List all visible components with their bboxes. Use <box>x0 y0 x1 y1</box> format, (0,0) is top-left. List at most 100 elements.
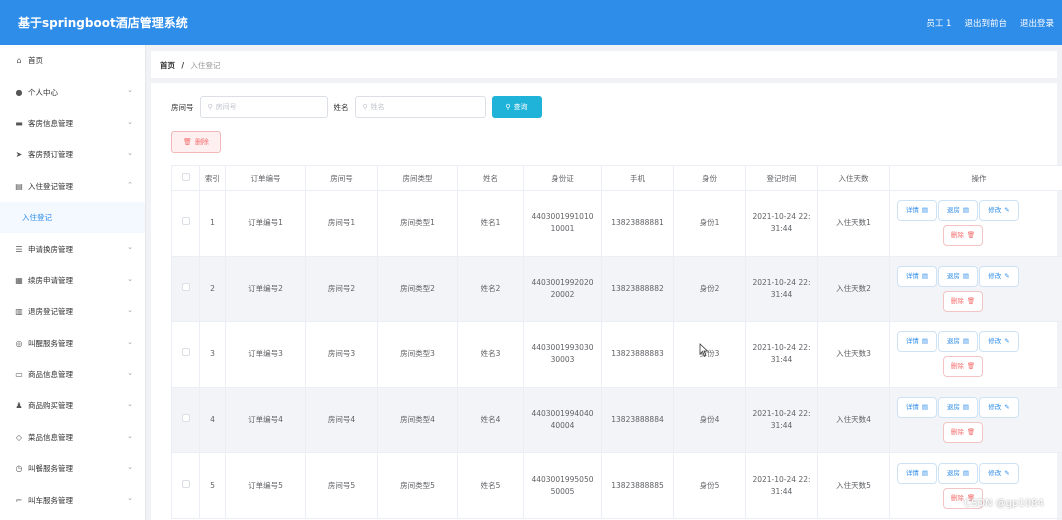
sidebar-item[interactable]: ◎ 叫醒服务管理 ⌄ <box>0 328 145 359</box>
index-cell-text: 4 <box>210 415 215 425</box>
phone-cell: 13823888883 <box>601 321 674 388</box>
edit-button[interactable]: 修改 ✎ <box>979 265 1019 287</box>
edit-button[interactable]: 修改 ✎ <box>979 331 1019 353</box>
checkout-button[interactable]: 退房 ▤ <box>938 331 978 353</box>
stay-days-cell: 入住天数4 <box>817 386 890 454</box>
query-button[interactable]: ⚲ 查询 <box>491 96 542 118</box>
row-checkbox[interactable] <box>181 217 190 226</box>
name-input[interactable]: ⚲ 姓名 <box>354 96 486 118</box>
chevron-down-icon: ⌄ <box>127 463 133 472</box>
checkout-button[interactable]: 退房 ▤ <box>938 462 978 484</box>
name-cell-text: 姓名1 <box>480 218 501 228</box>
delete-button[interactable]: 删除 🗑 <box>943 422 983 444</box>
detail-button[interactable]: 详情 ▤ <box>897 200 937 222</box>
column-header: 订单编号 <box>225 165 306 191</box>
room-number-input[interactable]: ⚲ 房间号 <box>199 96 328 118</box>
sidebar-item-label: 商品购买管理 <box>28 401 73 411</box>
car-icon: ⌐ <box>15 495 23 505</box>
row-checkbox[interactable] <box>181 348 190 357</box>
order-number-cell: 订单编号3 <box>225 321 306 388</box>
sidebar-item[interactable]: ▥ 退房登记管理 ⌄ <box>0 296 145 327</box>
sidebar-item[interactable]: ➤ 客房预订管理 ⌄ <box>0 139 145 170</box>
id-card-cell: 4403001993030 30003 <box>523 321 602 388</box>
breadcrumb-separator: / <box>181 61 185 70</box>
submenu-item-checkin[interactable]: 入住登记 <box>0 201 145 234</box>
actions-line: 详情 ▤ 退房 ▤ 修改 ✎ <box>897 198 1062 223</box>
row-checkbox[interactable] <box>181 282 190 291</box>
sidebar-item-label: 叫餐服务管理 <box>28 464 73 474</box>
sidebar-item[interactable]: ▦ 续房申请管理 ⌄ <box>0 265 145 296</box>
room-number-placeholder: 房间号 <box>215 103 237 111</box>
sidebar-item[interactable]: ◇ 菜品信息管理 ⌄ <box>0 422 145 453</box>
checkout-button[interactable]: 退房 ▤ <box>938 200 978 222</box>
edit-icon: ✎ <box>1004 403 1010 412</box>
edit-button[interactable]: 修改 ✎ <box>979 462 1019 484</box>
detail-button[interactable]: 详情 ▤ <box>897 265 937 287</box>
query-button-label: 查询 <box>513 103 528 111</box>
id-card-cell-text: 30003 <box>550 355 575 365</box>
room-number-cell: 房间号4 <box>305 386 378 454</box>
order-number-cell: 订单编号1 <box>225 190 306 257</box>
checkout-button[interactable]: 退房 ▤ <box>938 397 978 419</box>
role-cell: 身份4 <box>673 386 746 454</box>
detail-button[interactable]: 详情 ▤ <box>897 397 937 419</box>
row-checkbox[interactable] <box>181 414 190 423</box>
edit-button-label: 修改 <box>988 468 1002 477</box>
role-cell-text: 身份4 <box>699 415 720 425</box>
trash-icon: 🗑 <box>966 362 976 371</box>
grid-icon: ▦ <box>15 275 23 285</box>
stay-days-cell-text: 入住天数5 <box>836 480 871 490</box>
chevron-up-icon: ⌃ <box>127 180 133 189</box>
detail-icon: ▤ <box>921 271 929 280</box>
row-select-cell[interactable] <box>171 386 200 454</box>
sidebar-item[interactable]: ♟ 商品购买管理 ⌄ <box>0 390 145 421</box>
checkbox[interactable] <box>181 173 190 181</box>
sidebar-item[interactable]: ◷ 叫餐服务管理 ⌄ <box>0 453 145 484</box>
table-header-row: 索引 订单编号 房间号 房间类型 姓名 身份证 手机 身份 登记时间 入住天数 操作 <box>171 165 1062 191</box>
edit-button[interactable]: 修改 ✎ <box>979 397 1019 419</box>
role-cell-text: 身份2 <box>699 283 720 293</box>
sidebar-item[interactable]: ▬ 客房信息管理 ⌄ <box>0 108 145 139</box>
content-panel: 房间号 ⚲ 房间号 姓名 ⚲ 姓名 ⚲ 查询 🗑 删除 索引 订单编号 房间号 … <box>151 83 1062 520</box>
exit-to-front-link[interactable]: 退出到前台 <box>964 17 1007 29</box>
edit-button[interactable]: 修改 ✎ <box>979 200 1019 222</box>
breadcrumb-home[interactable]: 首页 <box>160 61 175 70</box>
delete-button[interactable]: 删除 🗑 <box>943 225 983 247</box>
checkin-time-cell-text: 2021-10-24 22: <box>752 212 811 222</box>
sidebar-item-label: 客房信息管理 <box>28 118 73 128</box>
sidebar-item[interactable]: ▭ 商品信息管理 ⌄ <box>0 359 145 390</box>
sidebar-item[interactable]: ☰ 申请换房管理 ⌄ <box>0 233 145 264</box>
chevron-down-icon: ⌄ <box>127 117 133 126</box>
chevron-down-icon: ⌄ <box>127 306 133 315</box>
row-checkbox[interactable] <box>181 479 190 488</box>
phone-cell-text: 13823888881 <box>611 218 664 228</box>
room-type-cell: 房间类型1 <box>377 190 458 257</box>
select-all-checkbox[interactable] <box>171 165 200 191</box>
sidebar-item[interactable]: ● 个人中心 ⌄ <box>0 76 145 107</box>
logout-link[interactable]: 退出登录 <box>1020 17 1054 29</box>
role-cell: 身份5 <box>673 452 746 519</box>
name-cell: 姓名5 <box>457 452 524 519</box>
batch-delete-button[interactable]: 🗑 删除 <box>171 131 221 153</box>
detail-button[interactable]: 详情 ▤ <box>897 331 937 353</box>
delete-button[interactable]: 删除 🗑 <box>943 356 983 378</box>
phone-cell: 13823888885 <box>601 452 674 519</box>
sidebar-item[interactable]: ▤ 入住登记管理 ⌃ <box>0 171 145 202</box>
row-select-cell[interactable] <box>171 190 200 257</box>
row-select-cell[interactable] <box>171 321 200 388</box>
stay-days-cell: 入住天数3 <box>817 321 890 388</box>
row-select-cell[interactable] <box>171 255 200 323</box>
sidebar-item[interactable]: ⌐ 叫车服务管理 ⌄ <box>0 484 145 515</box>
detail-button[interactable]: 详情 ▤ <box>897 462 937 484</box>
phone-cell-text: 13823888885 <box>611 480 664 490</box>
table-row: 3 订单编号3 房间号3 房间类型3 姓名3 4403001993030 30003 1382… <box>171 321 1062 388</box>
checkout-icon: ▤ <box>962 403 970 412</box>
sidebar-item[interactable]: ⌂ 首页 <box>0 45 145 76</box>
id-card-cell-text: 4403001994040 <box>531 409 594 419</box>
sidebar-item-label: 申请换房管理 <box>28 244 73 254</box>
delete-button[interactable]: 删除 🗑 <box>943 290 983 312</box>
id-card-cell-text: 4403001992020 <box>531 277 594 287</box>
checkout-button[interactable]: 退房 ▤ <box>938 265 978 287</box>
row-select-cell[interactable] <box>171 452 200 519</box>
edit-icon: ✎ <box>1004 271 1010 280</box>
